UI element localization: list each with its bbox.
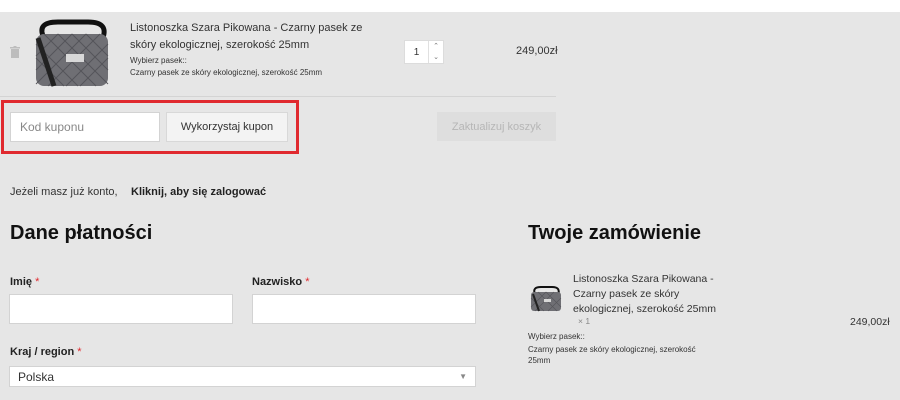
country-label: Kraj / region * [10, 346, 82, 358]
billing-title: Dane płatności [10, 222, 153, 244]
order-title: Twoje zamówienie [528, 222, 701, 244]
divider [0, 96, 556, 97]
chevron-up-icon[interactable]: ⌃ [429, 41, 443, 52]
first-name-label-text: Imię [10, 276, 33, 288]
country-select-value: Polska [18, 369, 55, 384]
login-prompt: Jeżeli masz już konto, [10, 186, 118, 198]
cart-item-variant-label: Wybierz pasek:: [130, 56, 187, 65]
order-item-variant-value: Czarny pasek ze skóry ekologicznej, szer… [528, 345, 696, 365]
caret-down-icon: ▼ [459, 372, 467, 381]
first-name-field[interactable] [9, 294, 233, 324]
cart-item-variant-value: Czarny pasek ze skóry ekologicznej, szer… [130, 68, 323, 77]
order-item-thumbnail [528, 286, 564, 312]
quantity-value[interactable]: 1 [405, 41, 428, 63]
chevron-down-icon[interactable]: ⌄ [429, 52, 443, 63]
first-name-label: Imię * [10, 276, 39, 288]
last-name-field[interactable] [252, 294, 476, 324]
cart-item-price: 249,00zł [516, 45, 558, 57]
login-link[interactable]: Kliknij, aby się zalogować [131, 186, 266, 198]
order-item-price: 249,00zł [850, 316, 890, 328]
cart-item-name[interactable]: Listonoszka Szara Pikowana - Czarny pase… [130, 20, 380, 54]
top-band [0, 0, 900, 12]
order-item-name: Listonoszka Szara Pikowana - Czarny pase… [573, 273, 716, 315]
quantity-stepper[interactable]: 1 ⌃ ⌄ [404, 40, 444, 64]
country-select[interactable]: Polska ▼ [9, 366, 476, 387]
apply-coupon-button[interactable]: Wykorzystaj kupon [166, 112, 288, 142]
update-cart-button[interactable]: Zaktualizuj koszyk [437, 112, 556, 141]
last-name-label-text: Nazwisko [252, 276, 303, 288]
coupon-input[interactable] [10, 112, 160, 142]
country-label-text: Kraj / region [10, 346, 75, 358]
trash-icon[interactable] [10, 46, 20, 58]
required-mark: * [305, 276, 310, 288]
required-mark: * [35, 276, 40, 288]
required-mark: * [77, 346, 82, 358]
product-thumbnail[interactable] [26, 18, 118, 90]
order-item-variant-label: Wybierz pasek:: [528, 332, 585, 341]
order-item-quantity: × 1 [578, 316, 591, 326]
last-name-label: Nazwisko * [252, 276, 309, 288]
